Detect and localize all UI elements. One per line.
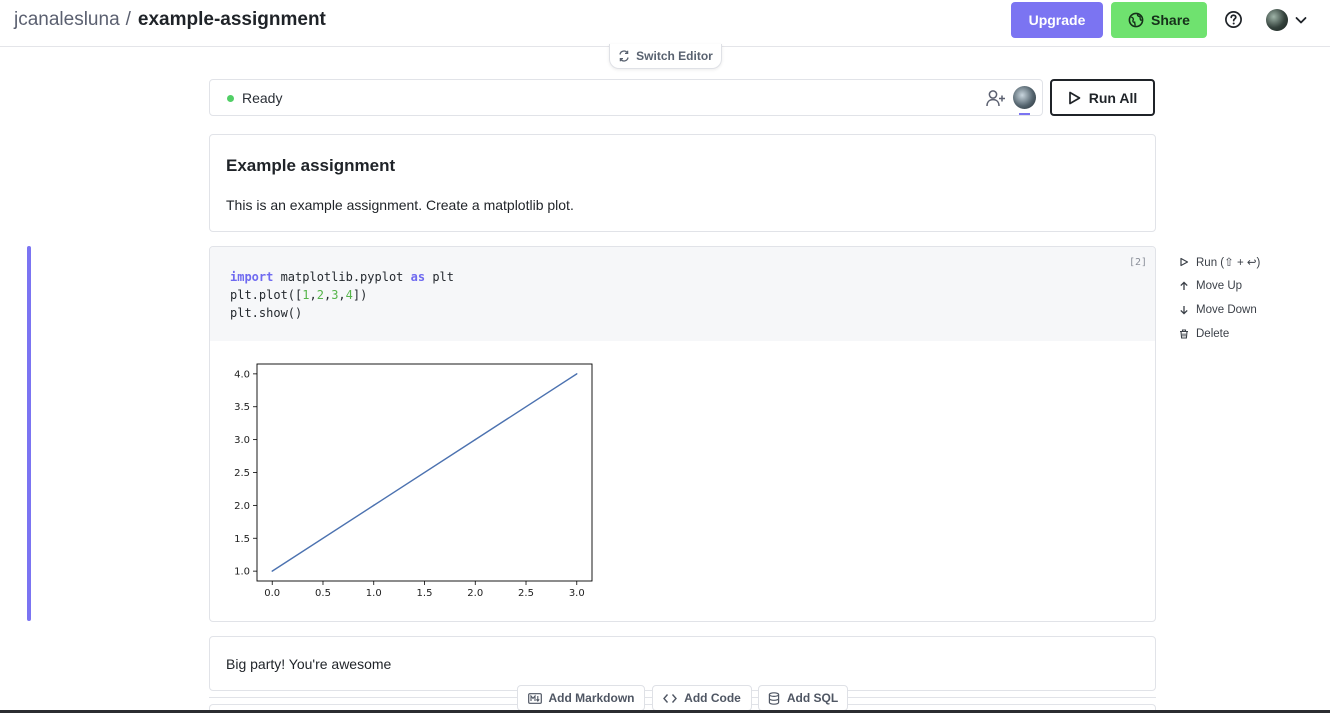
breadcrumb-owner[interactable]: jcanalesluna (14, 9, 120, 31)
arrow-up-icon (1180, 281, 1188, 290)
add-markdown-label: Add Markdown (548, 691, 635, 705)
share-button[interactable]: Share (1111, 2, 1207, 38)
help-icon[interactable] (1224, 10, 1243, 29)
active-cell-indicator (27, 246, 31, 621)
code-line: plt.plot([1,2,3,4]) (230, 286, 454, 304)
markdown-icon (527, 692, 542, 704)
trash-icon (1180, 329, 1188, 339)
data-point (271, 570, 273, 572)
y-tick-label: 4.0 (234, 369, 250, 380)
breadcrumb: jcanalesluna / example-assignment (14, 9, 326, 31)
avatar[interactable] (1266, 9, 1288, 31)
y-tick-label: 2.0 (234, 501, 250, 512)
code-number: 2 (316, 288, 324, 302)
cell-actions-menu: Run (⇧ + ↩) Move Up Move Down Delete (1179, 250, 1299, 346)
code-token: ]) (352, 288, 368, 302)
code-token: , (309, 288, 317, 302)
code-token: matplotlib.pyplot (273, 270, 411, 284)
add-user-icon[interactable] (986, 89, 1006, 107)
y-tick-label: 3.5 (234, 402, 250, 413)
play-icon (1068, 91, 1081, 104)
share-button-label: Share (1151, 12, 1190, 28)
breadcrumb-separator: / (125, 9, 131, 30)
code-editor[interactable]: [2] import matplotlib.pyplot as plt plt.p… (210, 247, 1155, 341)
execution-count: [2] (1128, 257, 1147, 268)
move-up-action[interactable]: Move Up (1179, 274, 1299, 298)
status-indicator (227, 95, 234, 102)
x-tick-label: 1.5 (417, 588, 433, 599)
data-point (576, 373, 578, 375)
upgrade-button[interactable]: Upgrade (1011, 2, 1103, 38)
add-code-label: Add Code (684, 691, 741, 705)
y-tick-label: 3.0 (234, 435, 250, 446)
x-tick-label: 2.0 (467, 588, 483, 599)
markdown-text: Big party! You're awesome (226, 656, 392, 672)
markdown-cell[interactable]: Example assignment This is an example as… (209, 134, 1156, 232)
code-line: plt.show() (230, 304, 454, 322)
code-keyword: import (230, 270, 274, 284)
globe-icon (1128, 12, 1144, 28)
x-tick-label: 2.5 (518, 588, 534, 599)
x-tick-label: 0.5 (315, 588, 331, 599)
code-token: , (338, 288, 346, 302)
upgrade-button-label: Upgrade (1028, 12, 1086, 28)
page-title[interactable]: example-assignment (138, 9, 326, 31)
code-token: plt (425, 270, 454, 284)
add-sql-label: Add SQL (786, 691, 839, 705)
run-cell-action[interactable]: Run (⇧ + ↩) (1179, 250, 1299, 274)
add-sql-button[interactable]: Add SQL (758, 685, 848, 711)
data-point (373, 504, 375, 507)
output-plot: 0.0 0.5 1.0 1.5 2.0 2.5 3.0 1.0 1.5 2.0 2.5 3.0 3.5 4… (234, 363, 593, 599)
x-tick-label: 1.0 (366, 588, 382, 599)
data-point (474, 438, 476, 441)
x-tick-label: 3.0 (569, 588, 585, 599)
code-token: plt.show() (230, 306, 303, 320)
move-down-label: Move Down (1196, 304, 1257, 316)
y-tick-label: 1.5 (234, 534, 250, 545)
code-line: import matplotlib.pyplot as plt (230, 268, 454, 286)
add-markdown-button[interactable]: Add Markdown (517, 685, 645, 711)
kernel-status-bar: Ready (209, 79, 1043, 116)
run-cell-label: Run (⇧ + ↩) (1196, 257, 1261, 269)
run-all-button[interactable]: Run All (1050, 79, 1155, 116)
move-up-label: Move Up (1196, 280, 1243, 292)
y-tick-label: 1.0 (234, 567, 250, 578)
play-icon (1180, 257, 1189, 267)
markdown-text: This is an example assignment. Create a … (226, 197, 574, 213)
code-cell[interactable]: [2] import matplotlib.pyplot as plt plt.p… (209, 246, 1156, 622)
x-tick-label: 0.0 (264, 588, 280, 599)
active-collaborator-indicator (1019, 113, 1030, 115)
delete-label: Delete (1196, 328, 1230, 340)
code-keyword: as (410, 270, 426, 284)
top-bar: jcanalesluna / example-assignment Upgrad… (0, 0, 1330, 47)
markdown-heading: Example assignment (226, 156, 396, 175)
code-token: plt.plot([ (230, 288, 303, 302)
y-tick-label: 2.5 (234, 468, 250, 479)
code-number: 4 (345, 288, 353, 302)
status-label: Ready (242, 90, 283, 106)
code-icon (663, 693, 678, 703)
database-icon (768, 691, 780, 705)
arrow-down-icon (1180, 306, 1188, 315)
switch-editor-button[interactable]: Switch Editor (609, 44, 722, 69)
code-source: import matplotlib.pyplot as plt plt.plot(… (230, 268, 454, 322)
move-down-action[interactable]: Move Down (1179, 298, 1299, 322)
switch-editor-label: Switch Editor (636, 49, 713, 63)
delete-action[interactable]: Delete (1179, 322, 1299, 346)
add-code-button[interactable]: Add Code (652, 685, 752, 711)
collaborator-avatar[interactable] (1013, 86, 1036, 109)
run-all-label: Run All (1088, 89, 1138, 106)
switch-icon (619, 50, 629, 62)
markdown-cell[interactable]: Big party! You're awesome (209, 636, 1156, 691)
chevron-down-icon[interactable] (1294, 13, 1308, 27)
